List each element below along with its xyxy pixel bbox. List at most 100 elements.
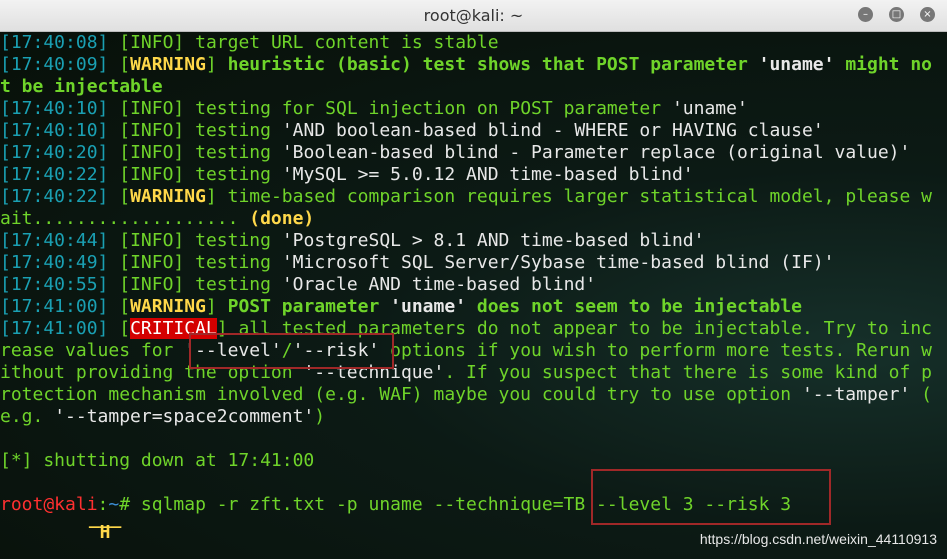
text-segment: testing for SQL injection on POST parame… — [195, 98, 672, 119]
terminal-line: ait................... (done) — [0, 208, 314, 230]
text-segment: testing — [195, 120, 282, 141]
terminal-line: [*] shutting down at 17:41:00 — [0, 450, 314, 472]
text-segment: ] — [205, 186, 228, 207]
terminal-line: t be injectable — [0, 76, 163, 98]
text-segment: [17:40:10] — [0, 98, 109, 119]
text-segment: ] — [205, 296, 228, 317]
text-segment: testing — [195, 274, 282, 295]
minimize-button[interactable]: – — [858, 7, 873, 22]
terminal-line: ithout providing the option '--technique… — [0, 362, 932, 384]
text-segment: testing — [195, 142, 282, 163]
text-segment: [ — [108, 274, 131, 295]
text-segment: INFO — [130, 230, 174, 251]
text-segment: ] — [173, 98, 196, 119]
text-segment: INFO — [130, 274, 174, 295]
text-segment: [17:41:00] — [0, 296, 109, 317]
text-segment: [ — [108, 164, 131, 185]
text-segment: ] — [173, 274, 196, 295]
terminal-line: rease values for '--level'/'--risk' opti… — [0, 340, 932, 362]
text-segment: ] — [173, 230, 196, 251]
text-segment: [ — [108, 142, 131, 163]
text-segment: INFO — [130, 120, 174, 141]
text-segment: INFO — [130, 98, 174, 119]
text-segment: [ — [108, 54, 131, 75]
text-segment: '--tamper=space2comment' — [54, 406, 315, 427]
text-segment: t be injectable — [0, 76, 163, 97]
text-segment: [ — [108, 252, 131, 273]
text-segment: testing — [195, 252, 282, 273]
text-segment: rotection mechanism involved (e.g. WAF) … — [0, 384, 802, 405]
terminal-line: e.g. '--tamper=space2comment') — [0, 406, 325, 428]
terminal-line: [17:40:22] [INFO] testing 'MySQL >= 5.0.… — [0, 164, 694, 186]
text-segment: [ — [108, 186, 131, 207]
title-bar: root@kali: ~ – □ × — [0, 0, 947, 32]
terminal-line: [17:41:00] [CRITICAL] all tested paramet… — [0, 318, 932, 340]
text-segment: . If you suspect that there is some kind… — [444, 362, 932, 383]
text-segment: [17:40:22] — [0, 164, 109, 185]
terminal-line: [17:40:10] [INFO] testing for SQL inject… — [0, 98, 748, 120]
text-segment: target URL content is stable — [195, 32, 499, 53]
text-segment: ] — [173, 252, 196, 273]
terminal-line: [17:40:55] [INFO] testing 'Oracle AND ti… — [0, 274, 596, 296]
text-segment: WARNING — [130, 186, 206, 207]
text-segment: INFO — [130, 142, 174, 163]
text-segment: ait................... — [0, 208, 250, 229]
text-segment: heuristic (basic) test shows that POST p… — [227, 54, 759, 75]
terminal-line: [17:40:44] [INFO] testing 'PostgreSQL > … — [0, 230, 704, 252]
text-segment: 'uname' — [758, 54, 835, 75]
highlight-box-command — [591, 469, 831, 525]
text-segment: 'PostgreSQL > 8.1 AND time-based blind' — [281, 230, 705, 251]
window-title: root@kali: ~ — [423, 6, 524, 25]
text-segment: 'uname' — [671, 98, 748, 119]
text-segment: [17:40:20] — [0, 142, 109, 163]
text-segment: 'MySQL >= 5.0.12 AND time-based blind' — [281, 164, 694, 185]
text-segment: [ — [108, 296, 131, 317]
text-segment: [ — [108, 230, 131, 251]
text-segment: ( — [910, 384, 932, 405]
text-segment: [17:40:55] — [0, 274, 109, 295]
text-segment: 'Boolean-based blind - Parameter replace… — [281, 142, 911, 163]
text-segment: time-based comparison requires larger st… — [227, 186, 933, 207]
text-segment: ) — [314, 406, 326, 427]
text-segment: [ — [108, 32, 131, 53]
text-segment: [17:40:10] — [0, 120, 109, 141]
text-segment: WARNING — [130, 54, 206, 75]
text-segment: [ — [108, 318, 131, 339]
text-segment: ] — [173, 120, 196, 141]
terminal-line: [17:40:20] [INFO] testing 'Boolean-based… — [0, 142, 910, 164]
text-segment: 'Microsoft SQL Server/Sybase time-based … — [281, 252, 835, 273]
terminal-line: [17:40:49] [INFO] testing 'Microsoft SQL… — [0, 252, 835, 274]
text-segment: 'uname' — [390, 296, 467, 317]
text-segment: INFO — [130, 164, 174, 185]
text-segment: [17:41:00] — [0, 318, 109, 339]
close-button[interactable]: × — [920, 7, 935, 22]
text-segment: [ — [108, 98, 131, 119]
text-segment: (done) — [249, 208, 315, 229]
terminal-line: [17:40:10] [INFO] testing 'AND boolean-b… — [0, 120, 824, 142]
text-segment: [17:40:08] — [0, 32, 109, 53]
text-segment: ] — [173, 142, 196, 163]
terminal-line: [17:40:08] [INFO] target URL content is … — [0, 32, 499, 54]
text-segment: [17:40:44] — [0, 230, 109, 251]
sqlmap-logo: ___ H — [88, 508, 122, 543]
text-segment: WARNING — [130, 296, 206, 317]
terminal-line: rotection mechanism involved (e.g. WAF) … — [0, 384, 932, 406]
text-segment: [17:40:22] — [0, 186, 109, 207]
text-segment: '--tamper' — [801, 384, 911, 405]
text-segment: testing — [195, 230, 282, 251]
text-segment: rease values for — [0, 340, 185, 361]
text-segment: [17:40:49] — [0, 252, 109, 273]
text-segment: e.g. — [0, 406, 55, 427]
text-segment: 'Oracle AND time-based blind' — [281, 274, 597, 295]
watermark: https://blog.csdn.net/weixin_44110913 — [699, 531, 937, 547]
text-segment: [17:40:09] — [0, 54, 109, 75]
text-segment: options if you wish to perform more test… — [379, 340, 933, 361]
terminal-line: [17:40:09] [WARNING] heuristic (basic) t… — [0, 54, 932, 76]
terminal-line: [17:41:00] [WARNING] POST parameter 'una… — [0, 296, 802, 318]
text-segment: [*] shutting down at 17:41:00 — [0, 450, 315, 471]
highlight-box-level-risk — [189, 333, 394, 369]
text-segment: ] — [173, 32, 196, 53]
maximize-button[interactable]: □ — [889, 7, 904, 22]
text-segment: INFO — [130, 252, 174, 273]
text-segment: ] — [173, 164, 196, 185]
